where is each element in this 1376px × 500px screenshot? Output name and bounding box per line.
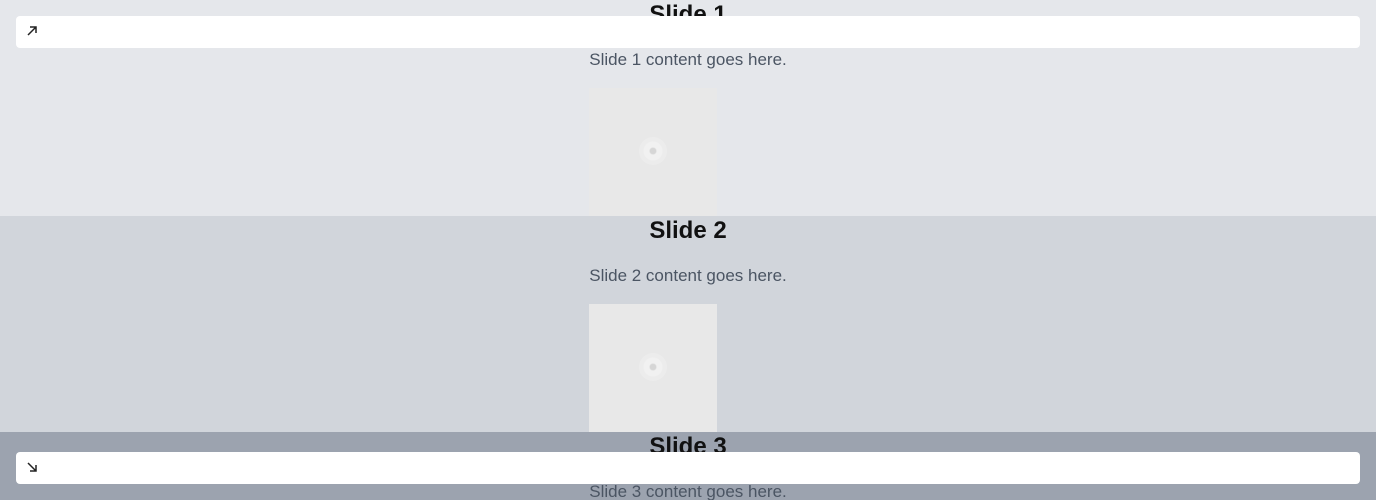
slide-image-placeholder — [589, 304, 717, 432]
slide-content: Slide 2 content goes here. — [589, 266, 787, 285]
loading-spinner-icon — [639, 353, 667, 381]
next-slide-button[interactable] — [16, 452, 1360, 484]
slide-image-placeholder — [589, 88, 717, 216]
previous-slide-button[interactable] — [16, 16, 1360, 48]
slide-2: Slide 2 Slide 2 content goes here. — [0, 216, 1376, 432]
arrow-down-right-icon — [27, 462, 37, 472]
arrow-up-right-icon — [27, 26, 37, 36]
loading-spinner-icon — [639, 137, 667, 165]
slide-title: Slide 2 — [649, 217, 727, 244]
slide-content: Slide 1 content goes here. — [589, 50, 787, 69]
